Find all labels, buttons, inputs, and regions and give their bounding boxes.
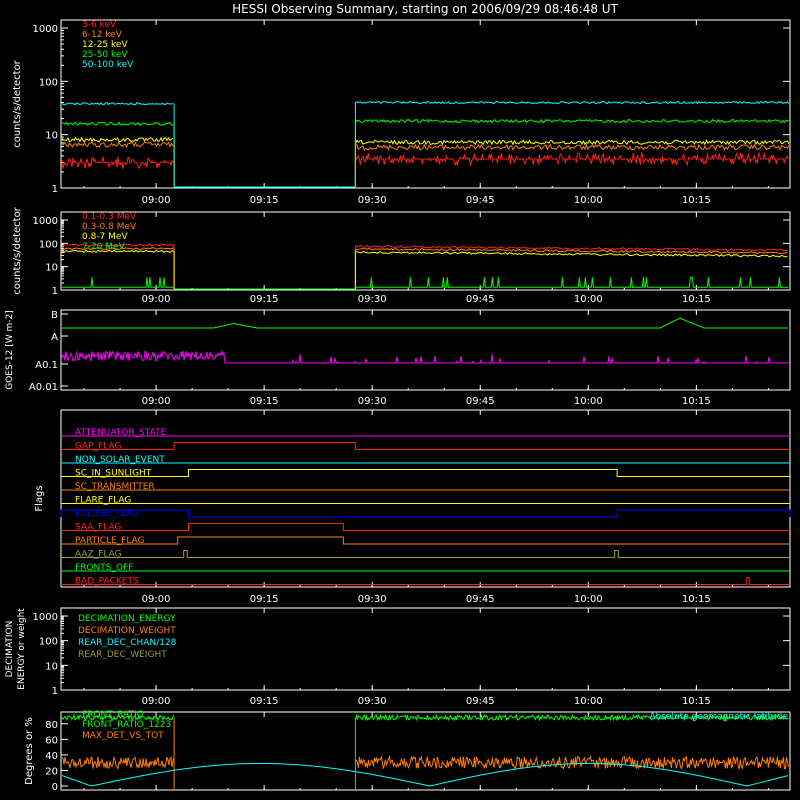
legend-entry: FRONT_RATIO_1223 [82,720,171,730]
high-energy-panel-x-tick-label: 09:45 [466,294,495,305]
goes-panel-x-tick-label: 10:15 [682,396,711,407]
high-energy-panel-y-axis-label: counts/s/detector [12,206,23,294]
low-energy-panel-x-tick-label: 09:45 [466,195,495,206]
low-energy-panel-x-tick-label: 09:15 [250,195,279,206]
ratios-panel-y-tick-label: 40 [45,751,58,762]
legend-entry: 3-6 keV [82,20,117,30]
flags-panel-x-tick-label: 10:15 [682,594,711,605]
decimation-panel-y-axis-label: ENERGY or weight [17,608,27,690]
legend-entry: FRONT_RATIO [82,710,144,720]
ratios-panel-y-tick-label: 80 [45,720,58,731]
legend-entry: DECIMATION_WEIGHT [78,626,176,636]
high-energy-panel-y-tick-label: 1 [52,286,58,297]
decimation-panel-y-tick-label: 10 [45,661,58,672]
decimation-panel-x-tick-label: 09:45 [466,696,495,707]
legend-entry: 50-100 keV [82,60,134,70]
flags-panel-x-tick-label: 09:30 [358,594,387,605]
goes-panel-y-tick-label: A [51,332,58,343]
flags-panel-x-tick-label: 10:00 [574,594,603,605]
legend-entry: 0.1-0.3 MeV [82,212,137,222]
goes-panel-x-tick-label: 09:30 [358,396,387,407]
goes-panel-y-tick-label: A0.01 [29,382,58,393]
flags-panel-x-tick-label: 09:00 [142,594,171,605]
low-energy-panel-x-tick-label: 09:30 [358,195,387,206]
high-energy-panel-x-tick-label: 09:30 [358,294,387,305]
high-energy-panel-x-tick-label: 09:00 [142,294,171,305]
goes-panel-x-tick-label: 09:00 [142,396,171,407]
observing-summary-chart: HESSI Observing Summary, starting on 200… [0,0,800,800]
high-energy-panel-y-tick-label: 100 [39,239,58,250]
goes-panel-x-tick-label: 09:15 [250,396,279,407]
legend-entry: 25-50 keV [82,50,128,60]
legend-entry: 7-20 MeV [82,242,126,252]
low-energy-panel-x-tick-label: 10:15 [682,195,711,206]
goes-panel-y-tick-label: A0.1 [35,360,58,371]
legend-entry: 0.3-0.8 MeV [82,222,137,232]
decimation-panel-x-tick-label: 10:00 [574,696,603,707]
goes-panel-y-tick-label: B [51,310,58,321]
goes-panel-x-tick-label: 10:00 [574,396,603,407]
low-energy-panel-y-tick-label: 100 [39,77,58,88]
low-energy-panel-y-tick-label: 10 [45,131,58,142]
low-energy-panel-y-tick-label: 1 [52,184,58,195]
decimation-panel-y-axis-label: DECIMATION [5,621,15,678]
legend-entry: 0.8-7 MeV [82,232,128,242]
legend-entry: REAR_DEC_CHAN/128 [78,638,177,648]
decimation-panel-x-tick-label: 09:00 [142,696,171,707]
low-energy-panel-y-tick-label: 1000 [33,24,58,35]
high-energy-panel-x-tick-label: 09:15 [250,294,279,305]
flags-panel-y-axis-label: Flags [34,485,45,511]
ratios-panel-y-tick-label: 20 [45,766,58,777]
decimation-panel-x-tick-label: 09:30 [358,696,387,707]
legend-entry: REAR_DEC_WEIGHT [78,650,167,660]
decimation-panel-y-tick-label: 1000 [33,612,58,623]
goes-panel-y-axis-label: GOES-12 [W m-2] [5,310,15,390]
low-energy-panel-x-tick-label: 10:00 [574,195,603,206]
low-energy-panel-x-tick-label: 09:00 [142,195,171,206]
legend-entry: DECIMATION_ENERGY [78,614,176,624]
flags-panel-x-tick-label: 09:45 [466,594,495,605]
high-energy-panel-y-tick-label: 1000 [33,216,58,227]
decimation-panel-y-tick-label: 1 [52,686,58,697]
ratios-panel-y-tick-label: 0 [52,782,58,793]
legend-entry: MAX_DET_VS_TOT [82,731,164,741]
goes-panel-x-tick-label: 09:45 [466,396,495,407]
legend-entry: 6-12 keV [82,30,123,40]
ratios-panel-y-axis-label: Degrees or % [24,717,35,785]
high-energy-panel-x-tick-label: 10:00 [574,294,603,305]
decimation-panel-x-tick-label: 10:15 [682,696,711,707]
ratios-panel-y-tick-label: 60 [45,735,58,746]
high-energy-panel-x-tick-label: 10:15 [682,294,711,305]
legend-entry: Absolute geomagnetic latitude [649,712,788,722]
low-energy-panel-y-axis-label: counts/s/detector [12,59,23,147]
decimation-panel-x-tick-label: 09:15 [250,696,279,707]
chart-title: HESSI Observing Summary, starting on 200… [232,2,618,16]
high-energy-panel-y-tick-label: 10 [45,263,58,274]
flags-panel-x-tick-label: 09:15 [250,594,279,605]
legend-entry: 12-25 keV [82,40,128,50]
decimation-panel-y-tick-label: 100 [39,637,58,648]
